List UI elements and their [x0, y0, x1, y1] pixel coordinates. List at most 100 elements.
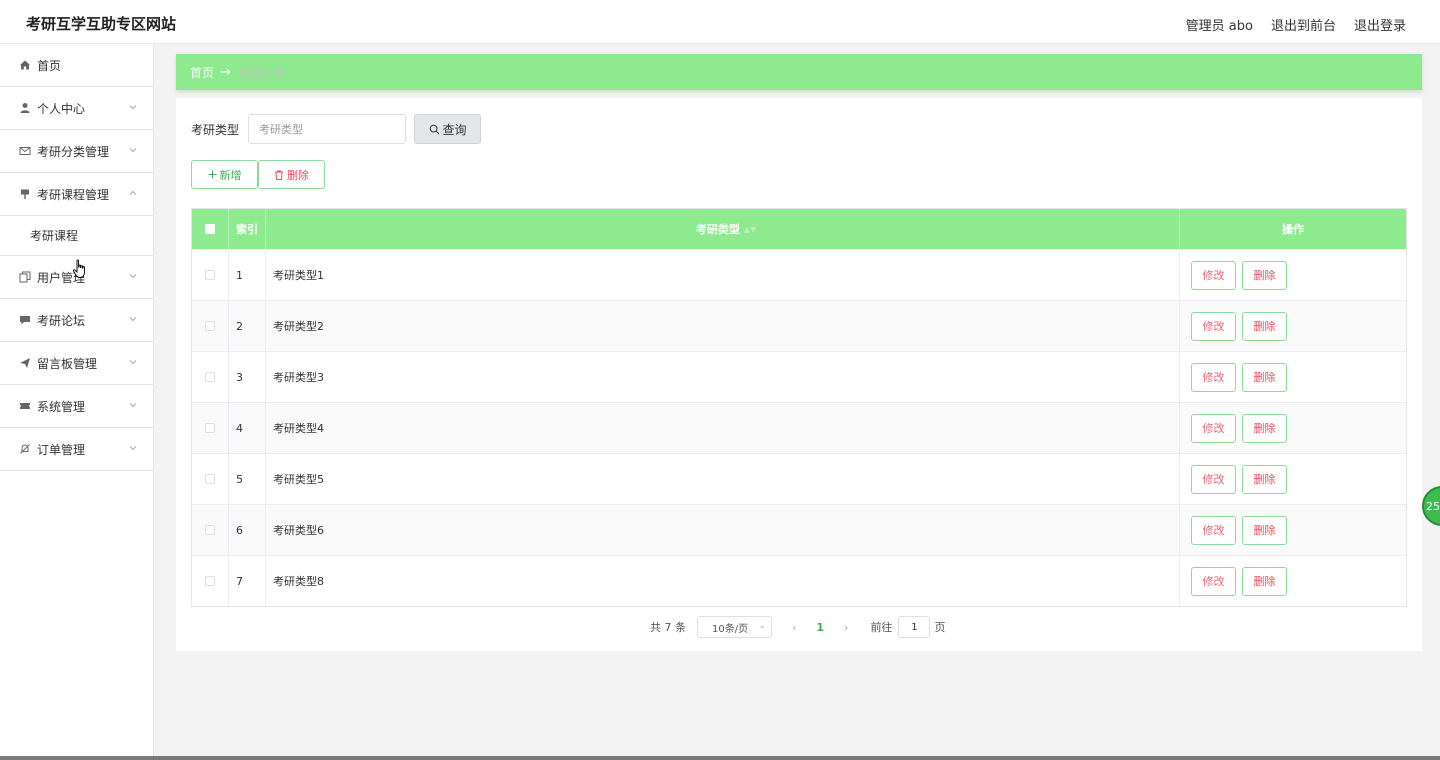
row-checkbox[interactable]: [205, 270, 215, 280]
sidebar-item-message-board[interactable]: 留言板管理: [0, 342, 153, 385]
row-checkbox-cell: [192, 352, 229, 402]
action-row: 新增 删除: [191, 160, 325, 189]
header-checkbox-cell: [192, 209, 229, 249]
breadcrumb-current: 考研分类: [236, 65, 285, 80]
top-bar: 考研互学互助专区网站 管理员 abo 退出到前台 退出登录: [0, 0, 1440, 44]
goto-page-input[interactable]: 1: [898, 616, 931, 638]
sort-icon[interactable]: ▲▼: [744, 225, 756, 234]
sidebar: 首页 个人中心 考研分类管理 考研课程管理 考研课程 用户管理 考研论坛 留言板…: [0, 44, 154, 760]
table-row: 4 考研类型4 修改 删除: [192, 402, 1406, 453]
content-panel: 考研类型 考研类型 查询 新增 删除 索引 考研类型 ▲▼ 操作 1 考研类型1…: [176, 98, 1422, 651]
row-checkbox-cell: [192, 454, 229, 504]
row-index: 6: [229, 505, 266, 555]
exit-to-front-link[interactable]: 退出到前台: [1271, 15, 1336, 34]
admin-label: 管理员 abo: [1185, 19, 1253, 34]
row-actions: 修改 删除: [1180, 250, 1406, 300]
sidebar-item-label: 考研课程管理: [37, 187, 110, 202]
chevron-up-icon: [129, 190, 137, 195]
column-header-type[interactable]: 考研类型 ▲▼: [266, 209, 1180, 249]
edit-button[interactable]: 修改: [1191, 413, 1236, 443]
row-actions: 修改 删除: [1180, 301, 1406, 351]
sidebar-item-label: 订单管理: [37, 442, 86, 457]
row-index: 3: [229, 352, 266, 402]
search-label: 考研类型: [191, 122, 240, 137]
row-index: 4: [229, 403, 266, 453]
prev-page-icon[interactable]: ‹: [792, 621, 796, 634]
search-input[interactable]: 考研类型: [248, 114, 407, 144]
chevron-down-icon: ⌄: [758, 621, 766, 631]
send-icon: [19, 357, 31, 369]
breadcrumb-home[interactable]: 首页: [190, 64, 214, 81]
row-actions: 修改 删除: [1180, 505, 1406, 555]
next-page-icon[interactable]: ›: [844, 621, 848, 634]
edit-button[interactable]: 修改: [1191, 566, 1236, 596]
batch-delete-button[interactable]: 删除: [258, 160, 325, 189]
table-body: 1 考研类型1 修改 删除 2 考研类型2 修改 删除 3 考研类型3 修改 删除 4 考研类型4 修改 删除…: [192, 249, 1406, 606]
column-header-actions: 操作: [1282, 223, 1304, 236]
edit-button[interactable]: 修改: [1191, 260, 1236, 290]
row-checkbox[interactable]: [205, 321, 215, 331]
delete-button[interactable]: 删除: [1242, 515, 1287, 545]
row-checkbox[interactable]: [205, 576, 215, 586]
floating-badge[interactable]: 25: [1422, 486, 1440, 526]
sidebar-item-course[interactable]: 考研课程管理: [0, 173, 153, 216]
pin-icon: [19, 188, 31, 200]
row-checkbox[interactable]: [205, 474, 215, 484]
pagination: 共 7 条 10条/页 ⌄ ‹ 1 › 前往 1 页: [650, 616, 945, 638]
table-row: 2 考研类型2 修改 删除: [192, 300, 1406, 351]
table-header: 索引 考研类型 ▲▼ 操作: [192, 209, 1406, 249]
sidebar-item-system[interactable]: 系统管理: [0, 385, 153, 428]
row-index: 5: [229, 454, 266, 504]
sidebar-item-label: 首页: [37, 58, 62, 73]
row-checkbox[interactable]: [205, 525, 215, 535]
page-size-select[interactable]: 10条/页 ⌄: [697, 616, 772, 638]
sidebar-item-home[interactable]: 首页: [0, 44, 153, 87]
sidebar-item-category[interactable]: 考研分类管理: [0, 130, 153, 173]
row-index: 7: [229, 556, 266, 606]
trash-icon: [275, 170, 283, 180]
row-checkbox[interactable]: [205, 372, 215, 382]
row-checkbox[interactable]: [205, 423, 215, 433]
select-all-checkbox[interactable]: [205, 224, 215, 234]
page-size-value: 10条/页: [712, 623, 749, 635]
page-number-current[interactable]: 1: [816, 621, 824, 634]
delete-button[interactable]: 删除: [1242, 362, 1287, 392]
page-unit-label: 页: [934, 621, 946, 634]
edit-button[interactable]: 修改: [1191, 362, 1236, 392]
sidebar-item-forum[interactable]: 考研论坛: [0, 299, 153, 342]
delete-button[interactable]: 删除: [1242, 311, 1287, 341]
header-links: 管理员 abo 退出到前台 退出登录: [1186, 15, 1406, 34]
chevron-down-icon: [129, 403, 137, 408]
row-actions: 修改 删除: [1180, 454, 1406, 504]
delete-button[interactable]: 删除: [1242, 260, 1287, 290]
edit-button[interactable]: 修改: [1191, 464, 1236, 494]
delete-button[interactable]: 删除: [1242, 413, 1287, 443]
logout-link[interactable]: 退出登录: [1354, 15, 1406, 34]
row-index: 2: [229, 301, 266, 351]
search-button[interactable]: 查询: [414, 114, 482, 144]
search-icon: [429, 124, 439, 134]
sidebar-subitem-course[interactable]: 考研课程: [0, 216, 153, 256]
chevron-down-icon: [129, 360, 137, 365]
sidebar-item-label: 考研分类管理: [37, 144, 110, 159]
delete-button[interactable]: 删除: [1242, 464, 1287, 494]
sidebar-item-orders[interactable]: 订单管理: [0, 428, 153, 471]
delete-button[interactable]: 删除: [1242, 566, 1287, 596]
row-actions: 修改 删除: [1180, 556, 1406, 606]
bell-off-icon: [19, 443, 31, 455]
add-button[interactable]: 新增: [191, 160, 258, 189]
breadcrumb-arrow: →: [220, 64, 231, 80]
hand-cursor-icon: [72, 259, 85, 278]
chevron-down-icon: [129, 446, 137, 451]
row-type: 考研类型6: [266, 505, 1180, 555]
breadcrumb: 首页 → 考研分类: [176, 54, 1422, 90]
edit-button[interactable]: 修改: [1191, 515, 1236, 545]
copy-icon: [19, 271, 31, 283]
row-actions: 修改 删除: [1180, 352, 1406, 402]
row-type: 考研类型1: [266, 250, 1180, 300]
row-type: 考研类型2: [266, 301, 1180, 351]
sidebar-item-label: 考研论坛: [37, 313, 86, 328]
sidebar-item-personal[interactable]: 个人中心: [0, 87, 153, 130]
edit-button[interactable]: 修改: [1191, 311, 1236, 341]
row-type: 考研类型4: [266, 403, 1180, 453]
